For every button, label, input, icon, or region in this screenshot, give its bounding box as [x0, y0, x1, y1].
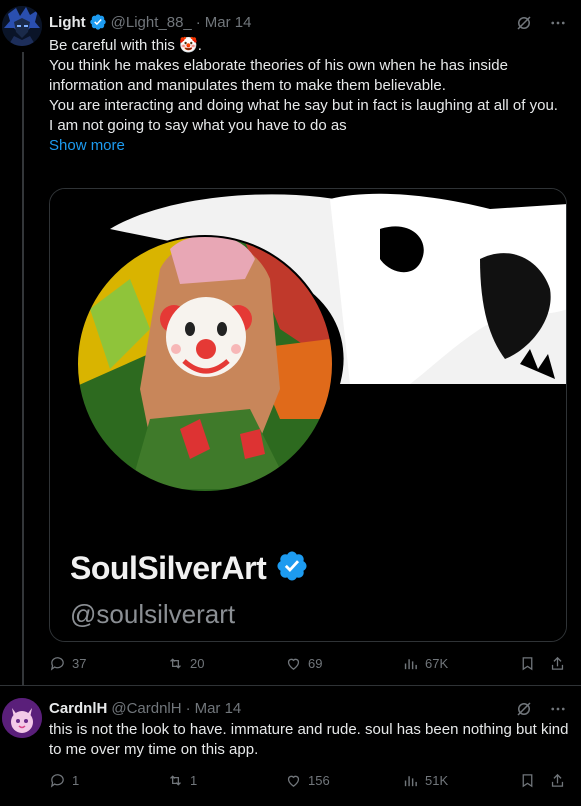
repost-button[interactable]: 1 — [167, 772, 197, 789]
bookmark-button[interactable] — [519, 772, 536, 789]
media-card-handle: @soulsilverart — [70, 599, 236, 629]
grok-icon[interactable] — [515, 14, 533, 32]
verified-badge-icon — [89, 14, 106, 30]
repost-icon — [170, 658, 181, 669]
tweet-header: Light @Light_88_ · Mar 14 — [49, 12, 251, 32]
share-button[interactable] — [549, 772, 566, 789]
author-handle[interactable]: @Light_88_ — [111, 14, 192, 31]
more-options-icon[interactable] — [549, 14, 567, 32]
like-count: 69 — [308, 656, 323, 671]
bookmark-icon — [522, 774, 533, 788]
bookmark-icon — [522, 657, 533, 671]
reply-icon — [50, 657, 64, 671]
tweet-text: this is not the look to have. immature a… — [49, 721, 569, 758]
share-icon — [551, 773, 564, 787]
like-button[interactable]: 69 — [285, 655, 322, 672]
media-verified-badge-icon — [277, 551, 307, 581]
post-date[interactable]: Mar 14 — [205, 14, 252, 31]
tweet-light[interactable]: Light @Light_88_ · Mar 14 Be careful wit… — [0, 0, 581, 686]
share-icon — [551, 656, 564, 670]
views-icon — [404, 659, 417, 670]
tweet-top-actions — [515, 700, 567, 718]
author-name[interactable]: CardnlH — [49, 700, 107, 717]
views-count: 51K — [425, 773, 449, 788]
like-count: 156 — [308, 773, 330, 788]
author-name[interactable]: Light — [49, 14, 86, 31]
tweet-cardnlh[interactable]: CardnlH @CardnlH · Mar 14 this is not th… — [0, 686, 581, 806]
media-card-name: SoulSilverArt — [70, 549, 309, 587]
views-button[interactable]: 51K — [402, 772, 448, 789]
repost-count: 1 — [190, 773, 198, 788]
tweet-actions: 37 20 69 67K — [49, 655, 569, 675]
views-icon — [404, 776, 417, 787]
separator-dot: · — [185, 699, 191, 717]
reply-count: 37 — [72, 656, 87, 671]
repost-count: 20 — [190, 656, 205, 671]
reply-button[interactable]: 1 — [49, 772, 79, 789]
like-button[interactable]: 156 — [285, 772, 330, 789]
views-count: 67K — [425, 656, 449, 671]
thread-line — [22, 52, 24, 686]
post-date[interactable]: Mar 14 — [195, 700, 242, 717]
tweet-actions: 1 1 156 51K — [49, 772, 569, 792]
reply-icon — [50, 774, 64, 788]
tweet-top-actions — [515, 14, 567, 32]
grok-icon[interactable] — [515, 700, 533, 718]
tweet-text: Be careful with this 🤡. You think he mak… — [49, 36, 569, 156]
author-handle[interactable]: @CardnlH — [111, 700, 181, 717]
reply-button[interactable]: 37 — [49, 655, 86, 672]
avatar-light[interactable] — [2, 6, 42, 46]
tweet-header: CardnlH @CardnlH · Mar 14 — [49, 698, 241, 718]
media-card-name-text: SoulSilverArt — [70, 550, 267, 586]
tweet-line: You think he makes elaborate theories of… — [49, 57, 508, 94]
avatar-cardnlh[interactable] — [2, 698, 42, 738]
repost-button[interactable]: 20 — [167, 655, 204, 672]
tweet-line: You are interacting and doing what he sa… — [49, 97, 558, 114]
reply-count: 1 — [72, 773, 80, 788]
show-more-link[interactable]: Show more — [49, 136, 569, 156]
like-icon — [287, 775, 300, 787]
share-button[interactable] — [549, 655, 566, 672]
tweet-media-image[interactable]: SoulSilverArt @soulsilverart — [49, 188, 567, 642]
bookmark-button[interactable] — [519, 655, 536, 672]
repost-icon — [170, 775, 181, 786]
more-options-icon[interactable] — [549, 700, 567, 718]
views-button[interactable]: 67K — [402, 655, 448, 672]
tweet-line: I am not going to say what you have to d… — [49, 117, 347, 134]
separator-dot: · — [195, 13, 201, 31]
tweet-line: Be careful with this 🤡. — [49, 37, 202, 54]
like-icon — [287, 658, 300, 670]
